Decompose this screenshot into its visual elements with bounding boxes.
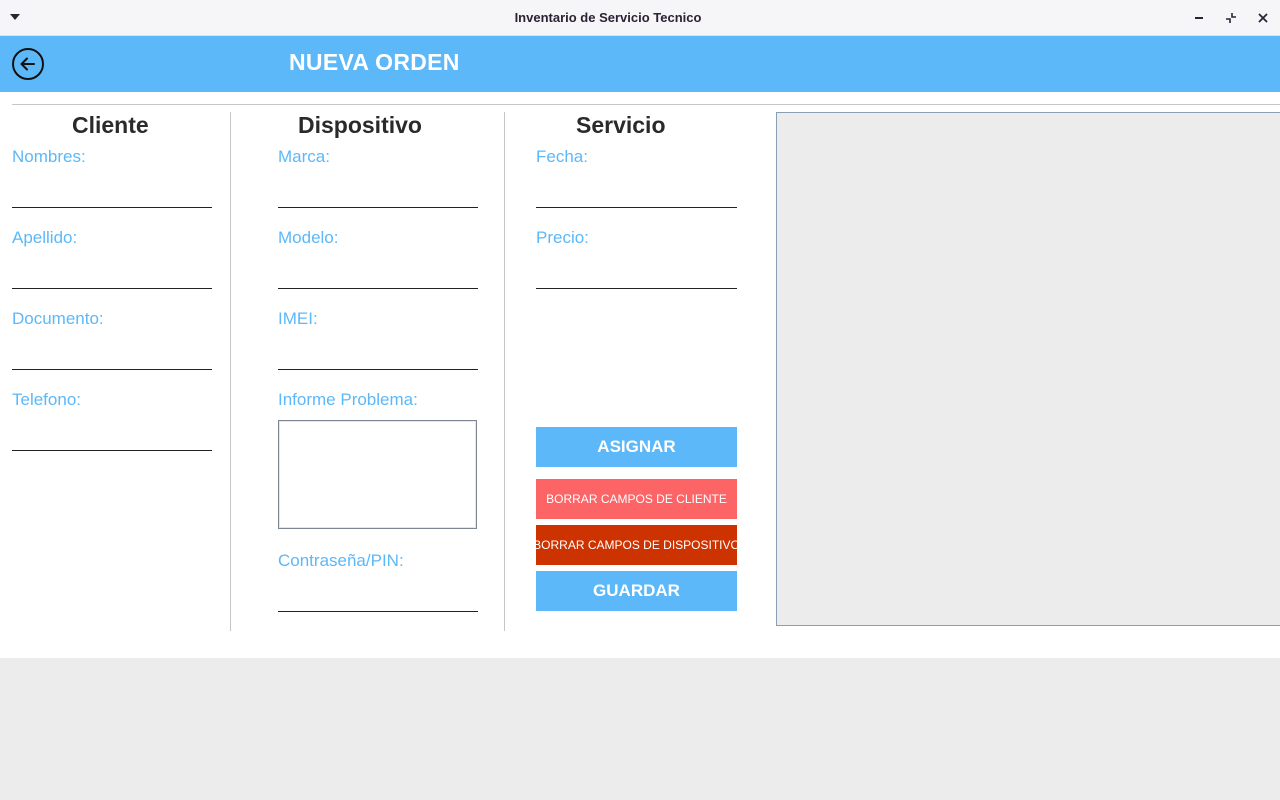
label-apellido: Apellido: — [12, 228, 78, 247]
label-precio: Precio: — [536, 228, 589, 247]
contrasena-pin-input[interactable] — [278, 584, 478, 612]
modelo-input[interactable] — [278, 261, 478, 289]
apellido-input[interactable] — [12, 261, 212, 289]
marca-input[interactable] — [278, 180, 478, 208]
precio-input[interactable] — [536, 261, 737, 289]
column-divider — [504, 112, 505, 631]
fecha-input[interactable] — [536, 180, 737, 208]
nombres-input[interactable] — [12, 180, 212, 208]
documento-input[interactable] — [12, 342, 212, 370]
section-title-cliente: Cliente — [72, 112, 149, 138]
label-contrasena-pin: Contraseña/PIN: — [278, 551, 404, 570]
window-titlebar: Inventario de Servicio Tecnico — [0, 0, 1280, 36]
telefono-input[interactable] — [12, 423, 212, 451]
label-fecha: Fecha: — [536, 147, 588, 166]
label-informe-problema: Informe Problema: — [278, 390, 418, 409]
window-title: Inventario de Servicio Tecnico — [514, 10, 702, 25]
page-title: NUEVA ORDEN — [289, 49, 460, 75]
section-title-servicio: Servicio — [576, 112, 666, 138]
header-bar: NUEVA ORDEN — [0, 36, 1280, 92]
arrow-left-circle-icon — [20, 57, 35, 71]
app-content: NUEVA ORDEN Cliente Nombres: Apellido: D… — [0, 36, 1280, 658]
minimize-icon[interactable] — [1189, 8, 1209, 28]
label-marca: Marca: — [278, 147, 330, 166]
orders-list-panel[interactable] — [776, 112, 1280, 626]
borrar-campos-dispositivo-button[interactable]: BORRAR CAMPOS DE DISPOSITIVO — [536, 525, 737, 565]
close-icon[interactable] — [1253, 8, 1273, 28]
divider — [12, 104, 1280, 105]
borrar-campos-cliente-button[interactable]: BORRAR CAMPOS DE CLIENTE — [536, 479, 737, 519]
column-divider — [230, 112, 231, 631]
guardar-button[interactable]: GUARDAR — [536, 571, 737, 611]
label-documento: Documento: — [12, 309, 104, 328]
label-telefono: Telefono: — [12, 390, 81, 409]
imei-input[interactable] — [278, 342, 478, 370]
label-modelo: Modelo: — [278, 228, 339, 247]
label-nombres: Nombres: — [12, 147, 86, 166]
back-button[interactable] — [12, 48, 44, 80]
maximize-icon[interactable] — [1221, 8, 1241, 28]
label-imei: IMEI: — [278, 309, 318, 328]
asignar-button[interactable]: ASIGNAR — [536, 427, 737, 467]
informe-problema-textarea[interactable] — [278, 420, 477, 529]
section-title-dispositivo: Dispositivo — [298, 112, 422, 138]
